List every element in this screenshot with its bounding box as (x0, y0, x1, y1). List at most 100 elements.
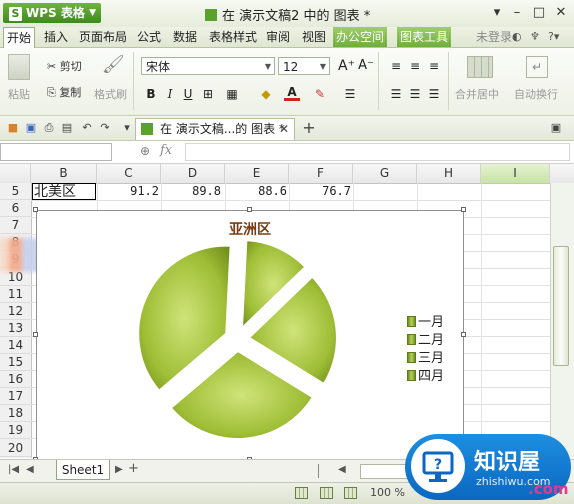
pie-chart[interactable]: 亚洲区 一月 二月 三月 四月 (36, 210, 464, 460)
splitter[interactable] (318, 464, 319, 478)
row-header[interactable]: 18 (0, 405, 31, 423)
help-icon[interactable]: ?▾ (548, 30, 559, 43)
skin-icon[interactable]: ◐ (512, 30, 522, 43)
italic-button[interactable]: I (162, 86, 178, 102)
ribbon-toggle-icon[interactable]: ▾ (487, 4, 507, 22)
shrink-font-icon[interactable]: A⁻ (358, 58, 374, 74)
tab-chart-tools[interactable]: 图表工具 (397, 27, 452, 47)
row-header[interactable]: 15 (0, 354, 31, 372)
column-header[interactable]: B (31, 164, 97, 183)
align-middle-icon[interactable]: ≡ (407, 58, 423, 74)
fill-color-icon[interactable]: ◆ (258, 86, 274, 102)
row-header[interactable]: 16 (0, 371, 31, 389)
document-tab[interactable]: 在 演示文稿...的 图表 * ✕ (135, 118, 295, 140)
copy-button[interactable]: ⎘ 复制 (47, 84, 81, 100)
font-color-icon[interactable]: A (284, 84, 300, 101)
align-top-icon[interactable]: ≡ (388, 58, 404, 74)
fx-button[interactable]: fx (160, 143, 172, 158)
paste-button[interactable]: 粘贴 (8, 86, 30, 102)
cell-e5[interactable]: 88.6 (225, 183, 287, 200)
maximize-button[interactable]: □ (529, 4, 549, 22)
merge-center-button[interactable]: 合并居中 (455, 86, 499, 102)
sheet-tab-sheet1[interactable]: Sheet1 (56, 460, 110, 480)
tab-page-layout[interactable]: 页面布局 (76, 27, 130, 47)
clear-format-icon[interactable]: ✎ (312, 86, 328, 102)
redo-icon[interactable]: ↷ (98, 121, 112, 135)
row-header[interactable]: 20 (0, 440, 31, 457)
print-icon[interactable]: ⎙ (42, 121, 56, 135)
formula-input[interactable] (185, 143, 570, 161)
borders-icon[interactable]: ⊞ (200, 86, 216, 102)
align-center-icon[interactable]: ☰ (407, 86, 423, 102)
row-header[interactable]: 19 (0, 422, 31, 440)
save-icon[interactable]: ▣ (24, 121, 38, 135)
zoom-icon[interactable]: ⊕ (140, 144, 150, 158)
undo-icon[interactable]: ↶ (80, 121, 94, 135)
tab-office-space[interactable]: 办公空间 (333, 27, 388, 47)
cell-b5[interactable]: 北美区 (32, 183, 96, 200)
app-menu-button[interactable]: S WPS 表格 ▼ (3, 3, 101, 23)
cell-c5[interactable]: 91.2 (97, 183, 159, 200)
font-size-select[interactable]: 12 ▼ (278, 57, 330, 75)
scrollbar-thumb[interactable] (553, 246, 569, 366)
tab-data[interactable]: 数据 (170, 27, 200, 47)
open-folder-icon[interactable]: ■ (6, 121, 20, 135)
tab-review[interactable]: 审阅 (263, 27, 293, 47)
format-painter-button[interactable]: 格式刷 (94, 86, 127, 102)
tab-insert[interactable]: 插入 (41, 27, 71, 47)
tab-table-style[interactable]: 表格样式 (206, 27, 260, 47)
row-header[interactable]: 6 (0, 200, 31, 218)
resize-handle[interactable] (33, 207, 38, 212)
row-header[interactable]: 7 (0, 217, 31, 235)
column-header[interactable]: F (289, 164, 353, 183)
row-header[interactable]: 12 (0, 303, 31, 320)
row-header[interactable]: 14 (0, 337, 31, 354)
align-bottom-icon[interactable]: ≡ (426, 58, 442, 74)
align-right-icon[interactable]: ☰ (426, 86, 442, 102)
scroll-left-icon[interactable]: ◀ (338, 464, 346, 475)
zoom-level[interactable]: 100 % (370, 486, 405, 499)
column-header[interactable]: H (417, 164, 481, 183)
minimize-button[interactable]: – (507, 4, 527, 22)
tab-formulas[interactable]: 公式 (134, 27, 164, 47)
tab-home[interactable]: 开始 (3, 27, 36, 48)
font-name-select[interactable]: 宋体 ▼ (141, 57, 275, 75)
panel-toggle-icon[interactable]: ▣ (549, 121, 563, 135)
resize-handle[interactable] (247, 207, 252, 212)
row-header[interactable]: 17 (0, 388, 31, 406)
column-header[interactable]: E (225, 164, 289, 183)
print-preview-icon[interactable]: ▤ (60, 121, 74, 135)
new-tab-icon[interactable]: + (302, 120, 316, 136)
close-icon[interactable]: ✕ (279, 119, 289, 139)
column-header[interactable]: D (161, 164, 225, 183)
shirt-icon[interactable]: ♆ (530, 30, 540, 43)
column-header-selected[interactable]: I (481, 164, 550, 183)
next-sheet-icon[interactable]: ▶ (115, 464, 123, 475)
bold-button[interactable]: B (143, 86, 159, 102)
row-header[interactable]: 11 (0, 286, 31, 303)
cut-button[interactable]: ✂ 剪切 (47, 58, 82, 74)
customize-toolbar-icon[interactable]: ▾ (120, 121, 134, 135)
close-button[interactable]: ✕ (551, 4, 571, 22)
column-header[interactable]: G (353, 164, 417, 183)
underline-button[interactable]: U (180, 86, 196, 102)
first-sheet-icon[interactable]: |◀ (8, 464, 19, 475)
name-box[interactable] (0, 143, 112, 161)
row-header[interactable]: 13 (0, 320, 31, 337)
selected-column-area[interactable] (481, 183, 550, 458)
tab-view[interactable]: 视图 (299, 27, 329, 47)
prev-sheet-icon[interactable]: ◀ (26, 464, 34, 475)
add-sheet-button[interactable]: + (128, 461, 139, 476)
grow-font-icon[interactable]: A⁺ (338, 58, 355, 74)
normal-view-icon[interactable] (295, 487, 308, 499)
column-header[interactable]: C (97, 164, 161, 183)
cell-d5[interactable]: 89.8 (161, 183, 221, 200)
row-header[interactable]: 5 (0, 183, 31, 201)
resize-handle[interactable] (461, 207, 466, 212)
login-status[interactable]: 未登录 (476, 27, 512, 47)
resize-handle[interactable] (33, 332, 38, 337)
cell-style-icon[interactable]: ▦ (224, 86, 240, 102)
resize-handle[interactable] (461, 332, 466, 337)
page-break-view-icon[interactable] (344, 487, 357, 499)
wrap-text-button[interactable]: 自动换行 (514, 86, 558, 102)
